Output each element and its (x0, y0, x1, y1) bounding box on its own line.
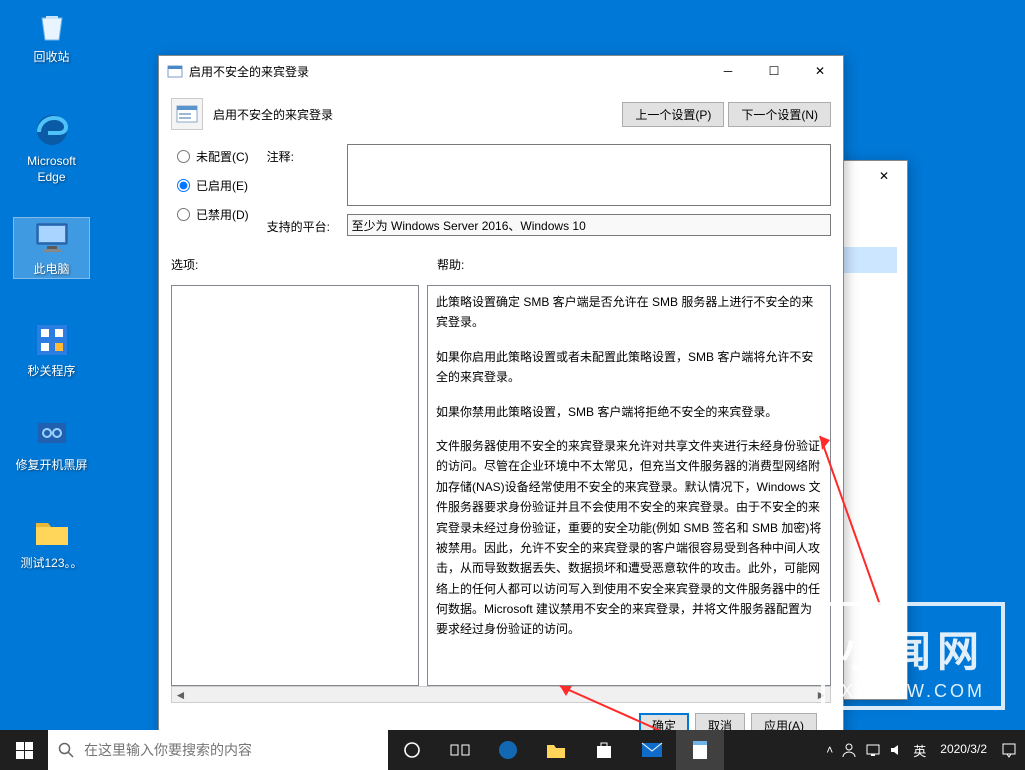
dialog-titlebar[interactable]: 启用不安全的来宾登录 ─ ☐ ✕ (159, 56, 843, 86)
taskbar: ˄ 英 2020/3/2 (0, 730, 1025, 770)
radio-label: 已禁用(D) (196, 206, 249, 223)
panels: 此策略设置确定 SMB 客户端是否允许在 SMB 服务器上进行不安全的来宾登录。… (171, 285, 831, 686)
taskbar-mail[interactable] (628, 730, 676, 770)
tray-network-icon[interactable] (865, 742, 881, 758)
radio-disabled[interactable]: 已禁用(D) (177, 206, 249, 223)
mail-icon (641, 742, 663, 758)
minimize-button[interactable]: ─ (705, 56, 751, 86)
tray-notification-icon[interactable] (1001, 742, 1017, 758)
desktop-label: 回收站 (14, 50, 89, 66)
comment-textarea[interactable] (347, 144, 831, 206)
desktop-icon-quick-close[interactable]: 秒关程序 (14, 320, 89, 380)
tray-volume-icon[interactable] (889, 742, 905, 758)
repair-icon (32, 414, 72, 454)
taskbar-notepad[interactable] (676, 730, 724, 770)
next-setting-button[interactable]: 下一个设置(N) (728, 102, 831, 127)
horizontal-scrollbar[interactable]: ◄ ► (171, 686, 831, 703)
radio-label: 未配置(C) (196, 148, 249, 165)
edge-icon (497, 739, 519, 761)
cortana-button[interactable] (388, 730, 436, 770)
scroll-right-icon[interactable]: ► (813, 687, 830, 702)
scroll-left-icon[interactable]: ◄ (172, 687, 189, 702)
folder-icon (32, 512, 72, 552)
panel-labels: 选项: 帮助: (171, 256, 831, 279)
policy-name: 启用不安全的来宾登录 (213, 106, 333, 123)
app-icon (32, 320, 72, 360)
desktop-icon-repair-boot[interactable]: 修复开机黑屏 (14, 414, 89, 474)
help-p: 如果你启用此策略设置或者未配置此策略设置，SMB 客户端将允许不安全的来宾登录。 (436, 347, 822, 388)
tray-people-icon[interactable] (841, 742, 857, 758)
policy-header: 启用不安全的来宾登录 上一个设置(P) 下一个设置(N) (171, 94, 831, 138)
cortana-icon (403, 741, 421, 759)
dialog-body: 启用不安全的来宾登录 上一个设置(P) 下一个设置(N) 未配置(C) 已启用(… (159, 86, 843, 752)
options-pane[interactable] (171, 285, 419, 686)
help-pane[interactable]: 此策略设置确定 SMB 客户端是否允许在 SMB 服务器上进行不安全的来宾登录。… (427, 285, 831, 686)
radio-group: 未配置(C) 已启用(E) 已禁用(D) (171, 144, 249, 223)
taskview-button[interactable] (436, 730, 484, 770)
radio-label: 已启用(E) (196, 177, 248, 194)
desktop-label: 秒关程序 (14, 364, 89, 380)
search-icon (58, 742, 74, 758)
taskbar-search[interactable] (48, 730, 388, 770)
help-p: 如果你禁用此策略设置，SMB 客户端将拒绝不安全的来宾登录。 (436, 402, 822, 422)
desktop-icon-recycle-bin[interactable]: 回收站 (14, 6, 89, 66)
config-row: 未配置(C) 已启用(E) 已禁用(D) 注释: 支持的平台: (171, 144, 831, 244)
edge-icon (32, 110, 72, 150)
tray-chevron-icon[interactable]: ˄ (826, 743, 833, 757)
supported-field (347, 214, 831, 236)
desktop-label: 此电脑 (14, 262, 89, 278)
recycle-bin-icon (32, 6, 72, 46)
help-label: 帮助: (437, 256, 831, 273)
folder-icon (545, 740, 567, 760)
notepad-icon (691, 739, 709, 761)
desktop-label: 修复开机黑屏 (14, 458, 89, 474)
desktop-icon-this-pc[interactable]: 此电脑 (14, 218, 89, 278)
store-icon (594, 740, 614, 760)
taskbar-edge[interactable] (484, 730, 532, 770)
desktop-label: Microsoft Edge (14, 154, 89, 185)
taskview-icon (450, 742, 470, 758)
desktop-icon-edge[interactable]: Microsoft Edge (14, 110, 89, 185)
taskbar-clock[interactable]: 2020/3/2 (934, 743, 993, 756)
supported-label: 支持的平台: (267, 214, 337, 235)
windows-icon (16, 742, 33, 759)
options-label: 选项: (171, 256, 419, 273)
prev-setting-button[interactable]: 上一个设置(P) (622, 102, 724, 127)
comment-label: 注释: (267, 144, 337, 165)
taskbar-explorer[interactable] (532, 730, 580, 770)
computer-icon (32, 218, 72, 258)
radio-enabled[interactable]: 已启用(E) (177, 177, 249, 194)
policy-dialog: 启用不安全的来宾登录 ─ ☐ ✕ 启用不安全的来宾登录 上一个设置(P) 下一个… (158, 55, 844, 753)
close-button[interactable]: ✕ (797, 56, 843, 86)
search-input[interactable] (84, 742, 378, 758)
tray-ime-icon[interactable]: 英 (913, 741, 926, 760)
dialog-title: 启用不安全的来宾登录 (189, 63, 705, 80)
start-button[interactable] (0, 730, 48, 770)
policy-large-icon (171, 98, 203, 130)
policy-icon (167, 63, 183, 79)
maximize-button[interactable]: ☐ (751, 56, 797, 86)
help-p: 文件服务器使用不安全的来宾登录来允许对共享文件夹进行未经身份验证的访问。尽管在企… (436, 436, 822, 640)
taskbar-store[interactable] (580, 730, 628, 770)
desktop-label: 测试123。。 (14, 556, 89, 572)
system-tray: ˄ 英 2020/3/2 (818, 730, 1025, 770)
radio-not-configured[interactable]: 未配置(C) (177, 148, 249, 165)
desktop-icon-test-folder[interactable]: 测试123。。 (14, 512, 89, 572)
help-p: 此策略设置确定 SMB 客户端是否允许在 SMB 服务器上进行不安全的来宾登录。 (436, 292, 822, 333)
clock-date: 2020/3/2 (940, 743, 987, 756)
